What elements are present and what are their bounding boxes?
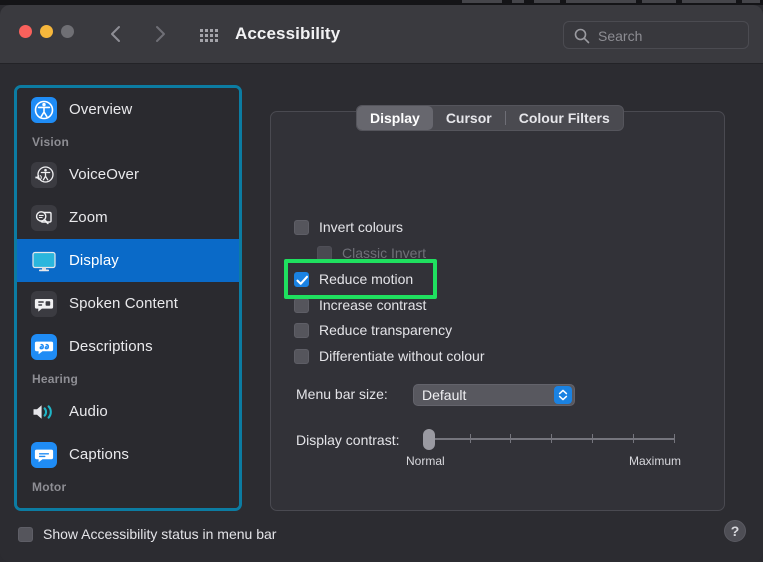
sidebar-group-motor: Motor — [32, 480, 67, 494]
sidebar-highlight-box: Overview Vision VoiceOver Zoom Display S… — [14, 85, 242, 511]
sidebar-item-label: Captions — [69, 446, 130, 463]
chevron-up-down-icon — [554, 386, 572, 404]
sidebar-item-label: Zoom — [69, 209, 108, 226]
close-button[interactable] — [19, 25, 32, 38]
sidebar-item-label: VoiceOver — [69, 166, 140, 183]
checkbox-label: Increase contrast — [319, 297, 427, 313]
display-contrast-track[interactable] — [430, 438, 675, 440]
sidebar-item-audio[interactable]: Audio — [17, 390, 239, 433]
forward-chevron-icon[interactable] — [150, 22, 170, 46]
checkbox-differentiate-without-colour[interactable] — [294, 348, 309, 364]
display-contrast-thumb[interactable] — [423, 429, 435, 450]
captions-icon — [31, 441, 57, 468]
screenshot-root: Accessibility Search Overview Vision Voi… — [0, 0, 763, 562]
minimize-button[interactable] — [40, 25, 53, 38]
show-all-grid-icon[interactable] — [200, 29, 218, 42]
checkbox-show-accessibility-status[interactable] — [18, 526, 33, 542]
sidebar-item-display[interactable]: Display — [17, 239, 239, 282]
checkbox-reduce-transparency[interactable] — [294, 322, 309, 338]
sidebar-item-label: Descriptions — [69, 338, 153, 355]
page-title: Accessibility — [235, 24, 341, 43]
back-chevron-icon[interactable] — [106, 22, 126, 46]
search-field[interactable]: Search — [563, 21, 749, 49]
slider-tick — [633, 434, 634, 443]
sidebar-item-captions[interactable]: Captions — [17, 433, 239, 476]
traffic-light-buttons — [19, 25, 74, 38]
sidebar-item-label: Overview — [69, 101, 133, 118]
slider-min-label: Normal — [406, 454, 445, 468]
sidebar-item-descriptions[interactable]: Descriptions — [17, 325, 239, 368]
preferences-window: Accessibility Search Overview Vision Voi… — [0, 5, 763, 562]
sidebar-item-voiceover[interactable]: VoiceOver — [17, 153, 239, 196]
slider-tick — [674, 434, 675, 443]
reduce-motion-highlight-box — [284, 259, 437, 299]
window-content: Overview Vision VoiceOver Zoom Display S… — [0, 64, 763, 562]
tab-display[interactable]: Display — [357, 106, 433, 130]
sidebar-item-zoom[interactable]: Zoom — [17, 196, 239, 239]
checkbox-invert-colours[interactable] — [294, 219, 309, 235]
tab-colour-filters[interactable]: Colour Filters — [506, 106, 623, 130]
slider-max-label: Maximum — [629, 454, 682, 468]
voiceover-icon — [31, 161, 57, 188]
checkbox-label: Invert colours — [319, 219, 404, 235]
search-placeholder: Search — [598, 28, 643, 44]
slider-tick — [592, 434, 593, 443]
sidebar-item-label: Spoken Content — [69, 295, 178, 312]
spoken-content-icon — [31, 290, 57, 317]
checkbox-row-invert-colours[interactable]: Invert colours — [294, 217, 403, 237]
slider-tick — [551, 434, 552, 443]
menu-bar-size-select[interactable]: Default — [413, 384, 575, 406]
search-icon — [573, 27, 591, 50]
tab-bar: Display Cursor Colour Filters — [356, 105, 624, 131]
display-icon — [31, 248, 57, 274]
sidebar-group-hearing: Hearing — [32, 372, 79, 386]
menu-bar-size-label: Menu bar size: — [296, 386, 388, 402]
zoom-icon — [31, 204, 57, 231]
descriptions-icon — [31, 333, 57, 360]
checkbox-row-differentiate-without-colour[interactable]: Differentiate without colour — [294, 346, 485, 366]
accessibility-icon — [31, 96, 57, 123]
audio-icon — [31, 399, 57, 425]
checkbox-row-reduce-transparency[interactable]: Reduce transparency — [294, 320, 452, 340]
sidebar-item-label: Display — [69, 252, 119, 269]
sidebar-item-overview[interactable]: Overview — [17, 88, 239, 131]
sidebar: Overview Vision VoiceOver Zoom Display S… — [17, 88, 239, 508]
checkbox-increase-contrast[interactable] — [294, 297, 309, 313]
sidebar-item-spoken-content[interactable]: Spoken Content — [17, 282, 239, 325]
checkbox-label: Reduce transparency — [319, 322, 453, 338]
sidebar-item-label: Audio — [69, 403, 108, 420]
zoom-button[interactable] — [61, 25, 74, 38]
sidebar-group-vision: Vision — [32, 135, 69, 149]
window-titlebar: Accessibility Search — [0, 5, 763, 64]
tab-cursor[interactable]: Cursor — [433, 106, 505, 130]
slider-tick — [510, 434, 511, 443]
checkbox-label: Show Accessibility status in menu bar — [43, 526, 277, 542]
navigation-arrows — [106, 22, 170, 46]
help-button[interactable]: ? — [724, 520, 746, 542]
slider-tick — [470, 434, 471, 443]
checkbox-label: Differentiate without colour — [319, 348, 485, 364]
display-contrast-label: Display contrast: — [296, 432, 400, 448]
menu-bar-size-value: Default — [422, 387, 467, 403]
status-menu-bar-row[interactable]: Show Accessibility status in menu bar — [18, 526, 276, 542]
